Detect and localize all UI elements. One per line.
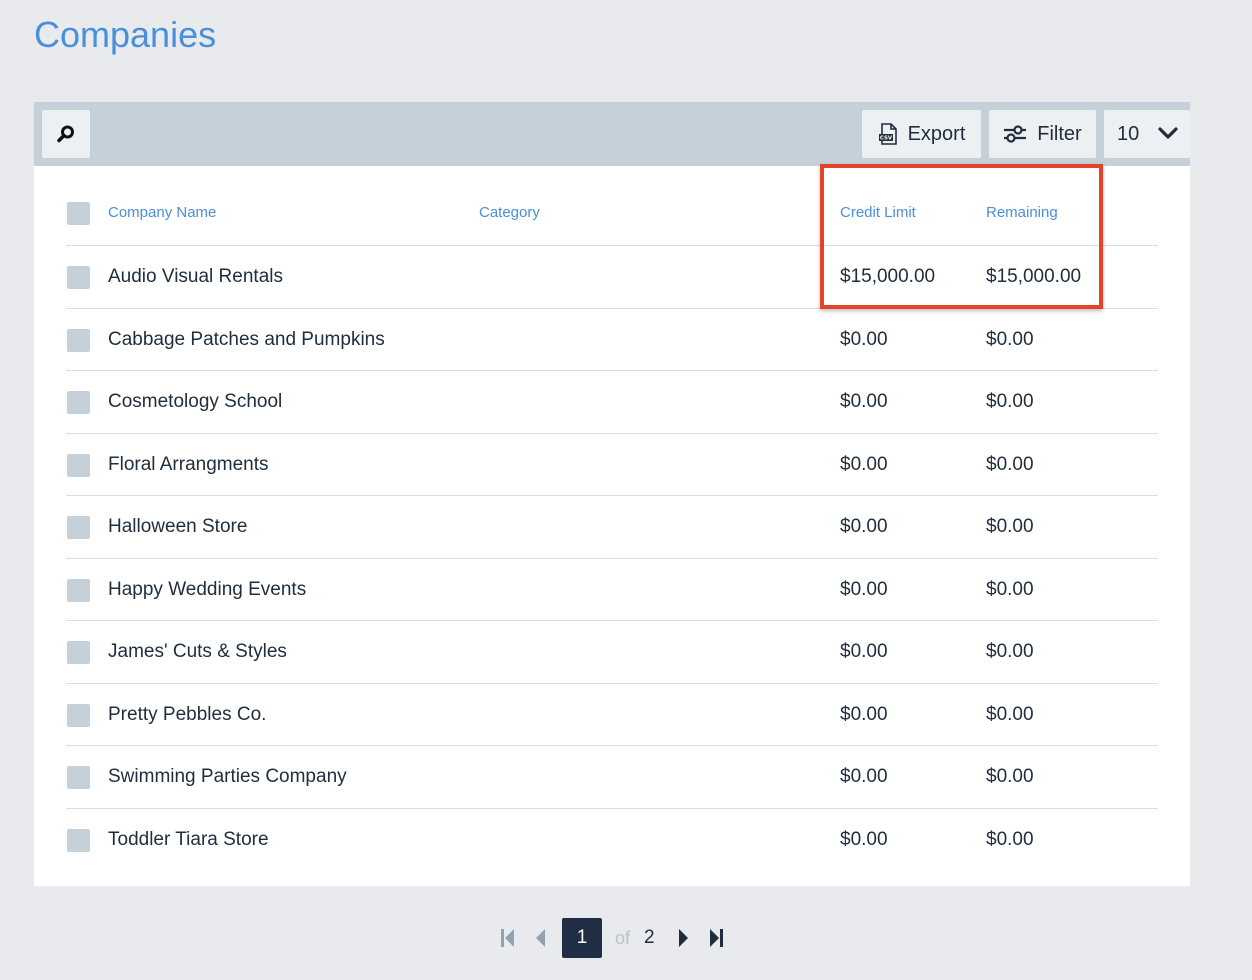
company-name-cell[interactable]: Halloween Store bbox=[108, 516, 247, 538]
column-header-credit-limit[interactable]: Credit Limit bbox=[840, 204, 916, 221]
remaining-cell: $0.00 bbox=[986, 703, 1034, 725]
remaining-cell: $0.00 bbox=[986, 828, 1034, 850]
table-row[interactable]: Floral Arrangments $0.00 $0.00 bbox=[66, 434, 1158, 496]
company-name-cell[interactable]: Toddler Tiara Store bbox=[108, 829, 269, 851]
company-name-cell[interactable]: Cabbage Patches and Pumpkins bbox=[108, 329, 385, 351]
table-row[interactable]: Toddler Tiara Store $0.00 $0.00 bbox=[66, 809, 1158, 872]
table-row[interactable]: Happy Wedding Events $0.00 $0.00 bbox=[66, 559, 1158, 621]
credit-limit-cell: $0.00 bbox=[840, 516, 888, 537]
companies-table: Company Name Category Credit Limit Remai… bbox=[34, 166, 1190, 886]
credit-limit-cell: $15,000.00 bbox=[840, 266, 936, 287]
company-name-cell[interactable]: James' Cuts & Styles bbox=[108, 641, 287, 663]
credit-limit-cell: $0.00 bbox=[840, 703, 888, 725]
credit-limit-cell: $0.00 bbox=[840, 641, 888, 662]
remaining-cell: $0.00 bbox=[986, 578, 1034, 600]
column-header-category[interactable]: Category bbox=[479, 204, 540, 221]
row-checkbox[interactable] bbox=[67, 453, 90, 477]
credit-limit-cell: $0.00 bbox=[840, 828, 888, 850]
remaining-cell: $0.00 bbox=[986, 453, 1034, 475]
remaining-cell: $15,000.00 bbox=[986, 266, 1082, 287]
filter-label: Filter bbox=[1037, 122, 1082, 145]
company-name-cell[interactable]: Cosmetology School bbox=[108, 391, 282, 413]
total-pages: 2 bbox=[644, 927, 655, 948]
table-row[interactable]: Cabbage Patches and Pumpkins $0.00 $0.00 bbox=[66, 309, 1158, 371]
page-title: Companies bbox=[34, 14, 217, 55]
company-name-cell[interactable]: Swimming Parties Company bbox=[108, 766, 347, 788]
sliders-icon bbox=[1003, 124, 1027, 144]
chevron-down-icon bbox=[1158, 125, 1178, 141]
export-label: Export bbox=[907, 122, 966, 145]
previous-page-icon[interactable] bbox=[534, 928, 546, 953]
remaining-cell: $0.00 bbox=[986, 641, 1034, 662]
column-header-remaining[interactable]: Remaining bbox=[986, 204, 1058, 221]
company-name-cell[interactable]: Pretty Pebbles Co. bbox=[108, 704, 266, 726]
table-header: Company Name Category Credit Limit Remai… bbox=[66, 166, 1158, 246]
page-size-value: 10 bbox=[1117, 122, 1140, 145]
company-name-cell[interactable]: Happy Wedding Events bbox=[108, 579, 306, 601]
row-checkbox[interactable] bbox=[67, 391, 90, 414]
remaining-cell: $0.00 bbox=[986, 391, 1034, 412]
row-checkbox[interactable] bbox=[67, 828, 90, 852]
company-name-cell[interactable]: Floral Arrangments bbox=[108, 454, 269, 476]
table-row[interactable]: James' Cuts & Styles $0.00 $0.00 bbox=[66, 621, 1158, 684]
company-name-cell[interactable]: Audio Visual Rentals bbox=[108, 266, 283, 288]
current-page[interactable]: 1 bbox=[562, 918, 602, 958]
credit-limit-cell: $0.00 bbox=[840, 328, 888, 350]
first-page-icon[interactable] bbox=[500, 928, 516, 953]
page-of-label: of bbox=[615, 928, 631, 948]
credit-limit-cell: $0.00 bbox=[840, 766, 888, 787]
table-row[interactable]: Swimming Parties Company $0.00 $0.00 bbox=[66, 746, 1158, 809]
row-checkbox[interactable] bbox=[67, 641, 90, 664]
svg-text:CSV: CSV bbox=[879, 136, 892, 142]
row-checkbox[interactable] bbox=[67, 328, 90, 352]
row-checkbox[interactable] bbox=[67, 516, 90, 539]
pagination: 1 of 2 bbox=[0, 918, 1252, 958]
remaining-cell: $0.00 bbox=[986, 516, 1034, 537]
select-all-checkbox[interactable] bbox=[67, 202, 90, 225]
search-button[interactable] bbox=[42, 110, 90, 158]
remaining-cell: $0.00 bbox=[986, 766, 1034, 787]
credit-limit-cell: $0.00 bbox=[840, 453, 888, 475]
credit-limit-cell: $0.00 bbox=[840, 578, 888, 600]
row-checkbox[interactable] bbox=[67, 578, 90, 602]
page-size-select[interactable]: 10 bbox=[1104, 110, 1190, 158]
row-checkbox[interactable] bbox=[67, 703, 90, 727]
table-row[interactable]: Pretty Pebbles Co. $0.00 $0.00 bbox=[66, 684, 1158, 746]
last-page-icon[interactable] bbox=[709, 928, 725, 953]
filter-button[interactable]: Filter bbox=[989, 110, 1096, 158]
row-checkbox[interactable] bbox=[67, 266, 90, 289]
next-page-icon[interactable] bbox=[678, 928, 690, 953]
table-row[interactable]: Cosmetology School $0.00 $0.00 bbox=[66, 371, 1158, 434]
table-row[interactable]: Audio Visual Rentals $15,000.00 $15,000.00 bbox=[66, 246, 1158, 309]
column-header-company-name[interactable]: Company Name bbox=[108, 204, 216, 221]
export-button[interactable]: CSV Export bbox=[862, 110, 981, 158]
csv-file-icon: CSV bbox=[878, 123, 898, 145]
table-row[interactable]: Halloween Store $0.00 $0.00 bbox=[66, 496, 1158, 559]
remaining-cell: $0.00 bbox=[986, 328, 1034, 350]
search-icon bbox=[56, 124, 76, 144]
credit-limit-cell: $0.00 bbox=[840, 391, 888, 412]
row-checkbox[interactable] bbox=[67, 766, 90, 789]
table-toolbar: CSV Export Filter 10 bbox=[34, 102, 1190, 166]
